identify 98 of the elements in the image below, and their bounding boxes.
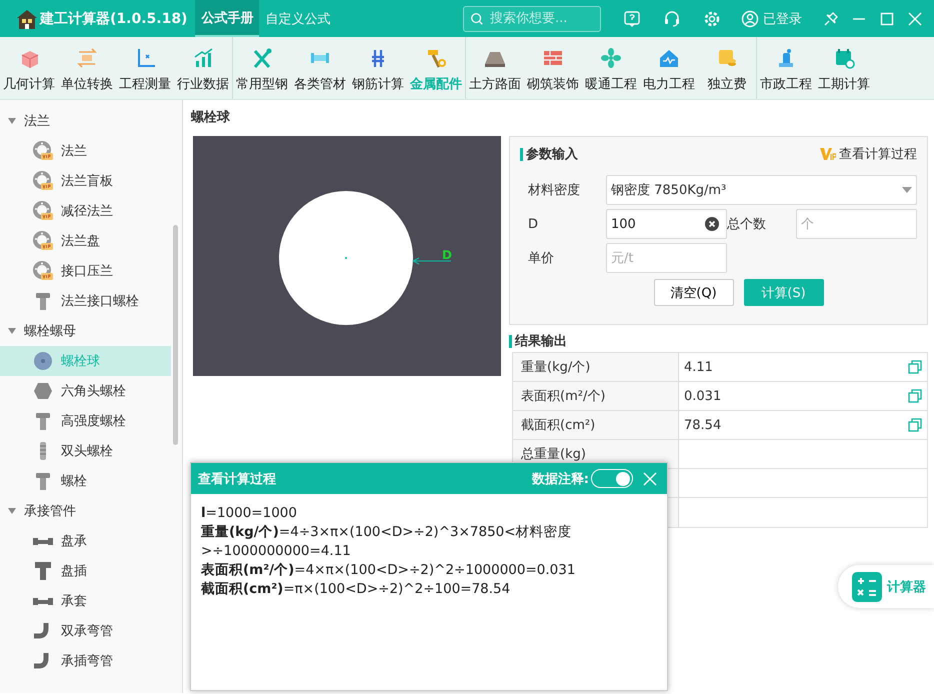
calendar-icon [833,47,855,69]
clear-icon[interactable] [705,217,719,231]
toolbar-button[interactable]: 工期计算 [815,37,873,99]
hammer-icon [425,47,447,69]
toolbar-button[interactable]: 钢筋计算 [349,37,407,99]
sidebar-item[interactable]: 法兰盲板 [0,166,171,196]
sidebar-item[interactable]: 承套 [0,586,171,616]
clear-button[interactable]: 清空(Q) [654,279,734,306]
sidebar-item[interactable]: 盘插 [0,556,171,586]
toolbar-button[interactable]: 市政工程 [757,37,815,99]
settings-icon[interactable] [703,10,721,28]
toolbar-button[interactable]: 暖通工程 [582,37,640,99]
sphere-drawing: D [193,136,501,376]
sidebar-item[interactable]: 减径法兰 [0,196,171,226]
tee-icon [33,561,53,581]
table-cell: 78.54 [684,418,722,432]
input-field[interactable]: 元/t [606,243,727,273]
input-field[interactable]: 个 [796,209,917,239]
field-label: D [528,216,540,232]
flange-icon [33,171,53,191]
sidebar-item[interactable]: 双承弯管 [0,616,171,646]
close-icon[interactable] [643,472,657,486]
formula-line: 表面积(m²/个)=4×π×(100<D>÷2)^2÷1000000=0.031 [201,561,576,580]
maximize-icon[interactable] [880,12,894,26]
sidebar-item[interactable]: 承插弯管 [0,646,171,676]
field-label: 材料密度 [528,182,581,199]
coin-stack-icon [716,47,738,69]
calculator-icon [852,572,882,602]
fan-icon [600,47,622,69]
toggle-label: 数据注释: [532,470,589,488]
field-label: 总个数 [727,216,767,233]
dialog-title: 查看计算过程 [198,470,276,488]
toolbar-button[interactable]: 工程测量 [116,37,174,99]
bolt-icon [33,291,53,311]
input-field[interactable]: 100 [606,209,727,239]
ball-icon [33,351,53,371]
flange-icon [33,231,53,251]
app-title: 建工计算器(1.0.5.18) [40,10,188,28]
sidebar-item[interactable]: 法兰 [0,136,171,166]
bolt-icon [33,411,53,431]
unit-icon [76,47,98,69]
category-label[interactable]: 螺栓螺母 [24,322,76,340]
sidebar-item[interactable]: 盘承 [0,526,171,556]
sidebar-item[interactable]: 接口压兰 [0,256,171,286]
toolbar-button[interactable]: 独立费 [698,37,756,99]
table-cell: 重量(kg/个) [513,353,679,381]
sidebar-item[interactable]: 高强度螺栓 [0,406,171,436]
section-title: 参数输入 [520,148,578,160]
headset-icon[interactable] [663,10,681,28]
house-logo-icon [16,8,38,30]
flange-icon [33,201,53,221]
vip-icon [820,147,836,161]
toolbar-button[interactable]: 砌筑装饰 [524,37,582,99]
scrollbar[interactable] [173,225,178,445]
copy-icon[interactable] [908,389,922,403]
user-icon [741,10,759,28]
bar-chart-icon [192,47,214,69]
category-label[interactable]: 承接管件 [24,502,76,520]
sidebar-item[interactable]: 法兰接口螺栓 [0,286,171,316]
search-field[interactable]: 搜索你想要... [463,6,601,32]
density-dropdown[interactable]: 钢密度 7850Kg/m³ [606,175,917,205]
category-label[interactable]: 法兰 [24,112,50,130]
toolbar-button[interactable]: 行业数据 [174,37,232,99]
table-cell: 表面积(m²/个) [513,382,679,410]
hex-nut-icon [33,381,53,401]
flange-icon [33,261,53,281]
toolbar-button[interactable]: 常用型钢 [233,37,291,99]
sidebar-item[interactable]: 双头螺栓 [0,436,171,466]
process-link[interactable]: 查看计算过程 [820,145,917,163]
toolbar-button[interactable]: 土方路面 [466,37,524,99]
dropdown-arrow-icon [902,187,912,193]
toolbar-button[interactable]: 几何计算 [0,37,58,99]
sidebar-item[interactable]: 六角头螺栓 [0,376,171,406]
search-icon [470,12,484,26]
formula-line: 重量(kg/个)=4÷3×π×(100<D>÷2)^3×7850<材料密度>÷1000000000=4.11 [201,523,573,561]
toolbar-button[interactable]: 各类管材 [291,37,349,99]
section-title: 结果输出 [509,335,928,348]
house-icon [658,47,680,69]
formula-line: l=1000=1000 [201,504,298,523]
copy-icon[interactable] [908,360,922,374]
table-cell: 截面积(cm²) [513,411,679,439]
field-label: 单价 [528,250,555,267]
formula-line: 截面积(cm²)=π×(100<D>÷2)^2÷100=78.54 [201,580,512,599]
copy-icon[interactable] [908,418,922,432]
page-title: 螺栓球 [191,109,231,126]
close-icon[interactable] [908,12,922,26]
flange-icon [33,141,53,161]
toolbar-button[interactable]: 电力工程 [640,37,698,99]
toolbar-button[interactable]: 单位转换 [58,37,116,99]
help-icon[interactable] [623,10,641,28]
table-cell: 4.11 [684,360,713,374]
sidebar-item[interactable]: 法兰盘 [0,226,171,256]
table-cell: 0.031 [684,388,722,404]
sidebar-item[interactable]: 螺栓 [0,466,171,496]
wrench-icon [251,47,273,69]
annotation-toggle[interactable] [591,469,633,488]
bolt-icon [33,471,53,491]
pin-icon[interactable] [824,12,838,26]
